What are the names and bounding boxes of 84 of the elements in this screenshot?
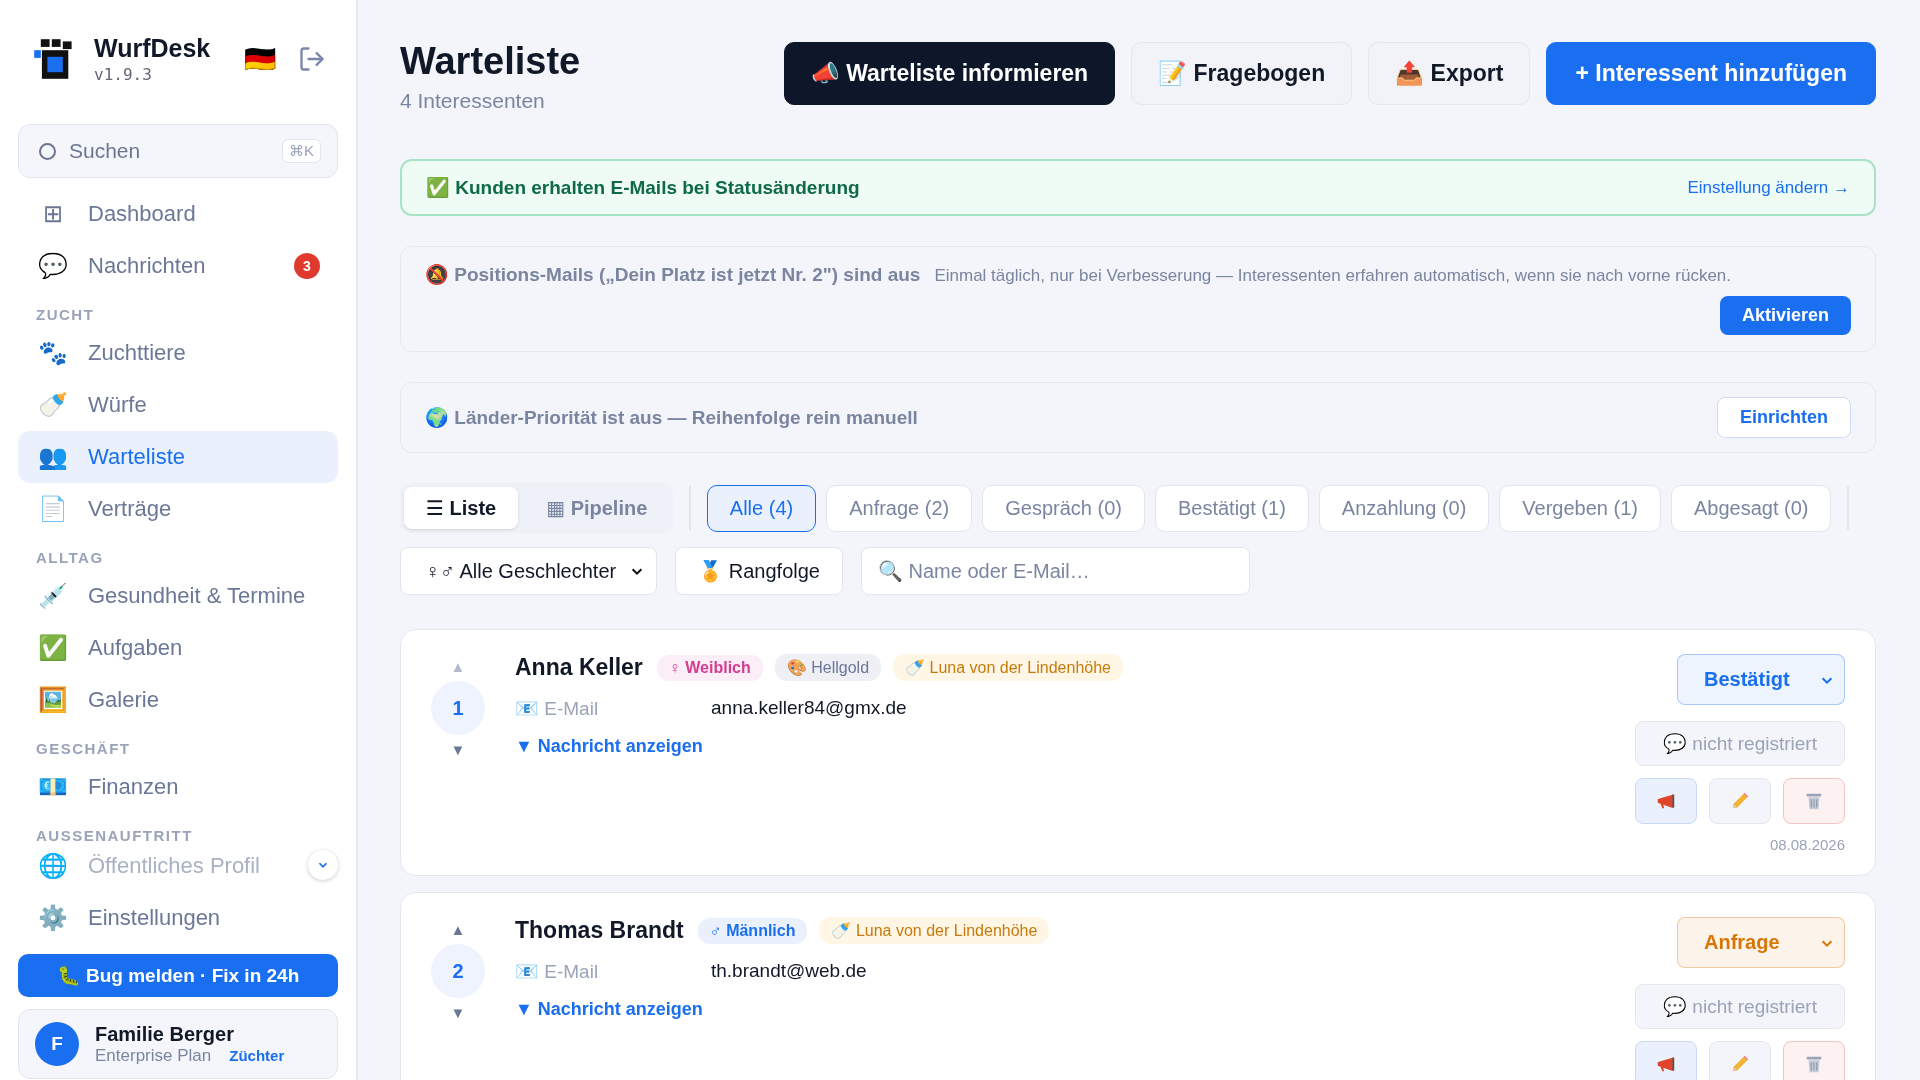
- rank-number: 2: [431, 944, 485, 998]
- tag: ♂ Männlich: [697, 917, 808, 944]
- scroll-down-button[interactable]: [308, 850, 338, 880]
- avatar: F: [35, 1022, 79, 1066]
- show-message-link[interactable]: ▼ Nachricht anzeigen: [515, 736, 1605, 757]
- delete-button[interactable]: [1783, 1041, 1845, 1080]
- section-heading: ZUCHT: [35, 305, 96, 325]
- section-heading: ALLTAG: [35, 548, 105, 568]
- tag: 🍼 Luna von der Lindenhöhe: [819, 917, 1050, 944]
- email-address: th.brandt@web.de: [711, 960, 867, 983]
- status-filter[interactable]: Bestätigt (1): [1154, 484, 1309, 532]
- move-down-button[interactable]: ▼: [450, 1004, 466, 1021]
- section-heading: GESCHÄFT: [35, 739, 132, 759]
- nav-item[interactable]: ⊞ Dashboard: [18, 188, 338, 240]
- rank-number: 1: [431, 681, 485, 735]
- action-button[interactable]: 📤 Export: [1368, 42, 1531, 105]
- applicant-name: Anna Keller: [515, 654, 643, 681]
- setup-button[interactable]: Einrichten: [1717, 397, 1851, 438]
- banner-text: ✅ Kunden erhalten E-Mails bei Statusänderung: [426, 176, 860, 199]
- move-up-button[interactable]: ▲: [450, 921, 466, 938]
- nav-item[interactable]: 💬 Nachrichten 3: [18, 240, 338, 292]
- nav-item[interactable]: ✅ Aufgaben: [18, 622, 338, 674]
- plan-label: Enterprise Plan: [95, 1045, 212, 1066]
- view-tab[interactable]: ▦ Pipeline: [524, 487, 670, 529]
- applicant-name: Thomas Brandt: [515, 917, 684, 944]
- action-button[interactable]: + Interessent hinzufügen: [1546, 42, 1876, 105]
- nav-item[interactable]: 📄 Verträge: [18, 483, 338, 535]
- chat-status-button[interactable]: 💬 nicht registriert: [1635, 721, 1845, 766]
- show-message-link[interactable]: ▼ Nachricht anzeigen: [515, 999, 1605, 1020]
- role-label: Züchter: [229, 1046, 285, 1064]
- panel-title: 🔕 Positions-Mails („Dein Platz ist jetzt Nr. 2") sind aus: [425, 263, 921, 286]
- app-version: v1.9.3: [94, 65, 153, 84]
- nav-item[interactable]: 🐾 Zuchttiere: [18, 327, 338, 379]
- settings-link[interactable]: Einstellung ändern →: [1687, 177, 1850, 198]
- email-label: 📧 E-Mail: [515, 960, 600, 983]
- section-heading: AUSSENAUFTRITT: [35, 826, 194, 846]
- nav-item[interactable]: 🍼 Würfe: [18, 379, 338, 431]
- gender-dropdown[interactable]: ♀♂ Alle Geschlechter: [400, 547, 658, 595]
- search-field[interactable]: Suchen ⌘K: [18, 124, 338, 178]
- nav-item[interactable]: 🖼 Galerie: [18, 674, 338, 726]
- nav-item[interactable]: 💉 Gesundheit & Termine: [18, 570, 338, 622]
- action-button[interactable]: 📣 Warteliste informieren: [783, 42, 1116, 105]
- status-filter[interactable]: Anzahlung (0): [1318, 484, 1490, 532]
- status-filter[interactable]: Vergeben (1): [1499, 484, 1661, 532]
- email-label: 📧 E-Mail: [515, 697, 600, 720]
- move-down-button[interactable]: ▼: [450, 741, 466, 758]
- activate-button[interactable]: Aktivieren: [1719, 296, 1851, 335]
- edit-button[interactable]: [1709, 1041, 1771, 1080]
- nav-item[interactable]: 👥 Warteliste: [18, 431, 338, 483]
- nav-item[interactable]: 💶 Finanzen: [18, 761, 338, 813]
- sort-button[interactable]: 🏅 Rangfolge: [675, 547, 843, 595]
- notify-button[interactable]: [1635, 1041, 1697, 1080]
- delete-button[interactable]: [1783, 778, 1845, 824]
- tag: 🍼 Luna von der Lindenhöhe: [893, 654, 1123, 681]
- account-name: Familie Berger: [95, 1022, 235, 1046]
- status-dropdown[interactable]: Anfrage: [1677, 917, 1845, 968]
- language-flag[interactable]: 🇩🇪: [244, 43, 276, 75]
- status-filter[interactable]: Alle (4): [706, 484, 817, 532]
- status-dropdown[interactable]: Bestätigt: [1677, 654, 1845, 705]
- status-filter[interactable]: Abgesagt (0): [1670, 484, 1832, 532]
- name-search-field[interactable]: 🔍 Name oder E-Mail…: [860, 547, 1250, 595]
- nav-item[interactable]: 🌐 Öffentliches Profil: [18, 848, 338, 884]
- status-filter[interactable]: Anfrage (2): [826, 484, 973, 532]
- edit-button[interactable]: [1709, 778, 1771, 824]
- tag: ♀ Weiblich: [656, 654, 763, 681]
- tag: 🎨 Hellgold: [774, 654, 882, 681]
- nav-item[interactable]: ⚙ Einstellungen: [18, 892, 338, 944]
- email-address: anna.keller84@gmx.de: [711, 697, 907, 720]
- panel-title: 🌍 Länder-Priorität ist aus — Reihenfolge rein manuell: [425, 406, 918, 429]
- bug-report-button[interactable]: 🐛 Bug melden · Fix in 24h: [18, 954, 338, 997]
- account-card[interactable]: F Familie Berger Enterprise Plan Züchter: [18, 1009, 338, 1079]
- chat-status-button[interactable]: 💬 nicht registriert: [1635, 984, 1845, 1029]
- shortcut-hint: ⌘K: [282, 139, 321, 163]
- page-subtitle: 4 Interessenten: [400, 89, 546, 113]
- view-tab[interactable]: ☰ Liste: [404, 487, 519, 529]
- page-title: Warteliste: [400, 40, 581, 83]
- logout-icon[interactable]: [298, 45, 326, 73]
- app-name: WurfDesk: [94, 34, 211, 63]
- notify-button[interactable]: [1635, 778, 1697, 824]
- entry-date: 08.08.2026: [1769, 836, 1845, 853]
- action-button[interactable]: 📝 Fragebogen: [1131, 42, 1353, 105]
- unread-badge: 3: [294, 253, 320, 279]
- status-filter[interactable]: Gespräch (0): [982, 484, 1145, 532]
- panel-description: Einmal täglich, nur bei Verbesserung — Interessenten erfahren automatisch, wenn sie nach vorne rücken.: [934, 266, 1732, 286]
